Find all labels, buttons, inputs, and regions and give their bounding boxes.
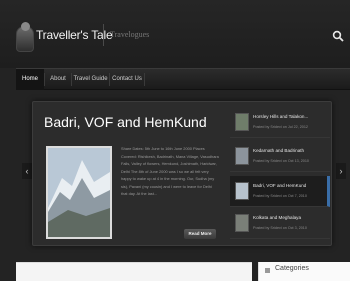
slide-title: Badri, VOF and HemKund — [253, 183, 307, 188]
nav-item-contact-us[interactable]: Contact Us — [110, 69, 144, 90]
slider-item[interactable]: Horsley Hills and Talakon... Posted by S… — [230, 107, 330, 138]
site-tagline: Travelogues — [110, 30, 150, 39]
main-content-area — [16, 262, 252, 281]
slider-next-button[interactable]: › — [336, 163, 346, 179]
search-icon[interactable] — [332, 30, 344, 42]
nav-divider — [144, 73, 145, 86]
site-title[interactable]: Traveller's Tale — [36, 28, 113, 42]
sidebar-categories-widget: Categories — [258, 262, 350, 281]
mountain-photo — [48, 148, 110, 237]
categories-title: Categories — [275, 265, 309, 272]
slide-title: Horsley Hills and Talakon... — [253, 114, 309, 119]
read-more-button[interactable]: Read More — [184, 229, 216, 239]
slide-meta: Posted by Sridevi on Oct 3, 2010 — [253, 226, 307, 230]
slide-thumbnail — [235, 182, 249, 200]
slider-item-active[interactable]: Badri, VOF and HemKund Posted by Sridevi… — [230, 176, 330, 207]
slide-title: Kedarnath and Badrinath — [253, 148, 305, 153]
slider-thumbnail-list: Horsley Hills and Talakon... Posted by S… — [230, 107, 330, 240]
slide-meta: Posted by Sridevi on Jul 22, 2012 — [253, 125, 308, 129]
slide-meta: Posted by Sridevi on Oct 13, 2010 — [253, 159, 309, 163]
slide-thumbnail — [235, 147, 249, 165]
nav-item-travel-guide[interactable]: Travel Guide — [72, 69, 109, 90]
slider-item[interactable]: Kolkata and Meghalaya Posted by Sridevi … — [230, 208, 330, 239]
traveller-logo-icon[interactable] — [16, 22, 34, 52]
logo-divider — [103, 24, 104, 46]
slide-thumbnail — [235, 113, 249, 131]
widget-marker-icon — [265, 268, 270, 273]
slider-item[interactable]: Kedarnath and Badrinath Posted by Sridev… — [230, 141, 330, 172]
nav-item-about[interactable]: About — [45, 69, 71, 90]
site-header: Traveller's Tale Travelogues — [0, 0, 350, 68]
featured-post-image[interactable] — [46, 146, 112, 239]
nav-item-home[interactable]: Home — [16, 69, 44, 90]
featured-post-excerpt: Share Dates: 5th June to 16th June 2000 … — [121, 146, 219, 196]
slider-prev-button[interactable]: ‹ — [22, 163, 32, 179]
slide-title: Kolkata and Meghalaya — [253, 215, 302, 220]
slide-thumbnail — [235, 214, 249, 232]
main-nav: Home About Travel Guide Contact Us — [16, 68, 350, 90]
featured-post-title[interactable]: Badri, VOF and HemKund — [44, 114, 207, 130]
slide-meta: Posted by Sridevi on Oct 7, 2010 — [253, 194, 307, 198]
